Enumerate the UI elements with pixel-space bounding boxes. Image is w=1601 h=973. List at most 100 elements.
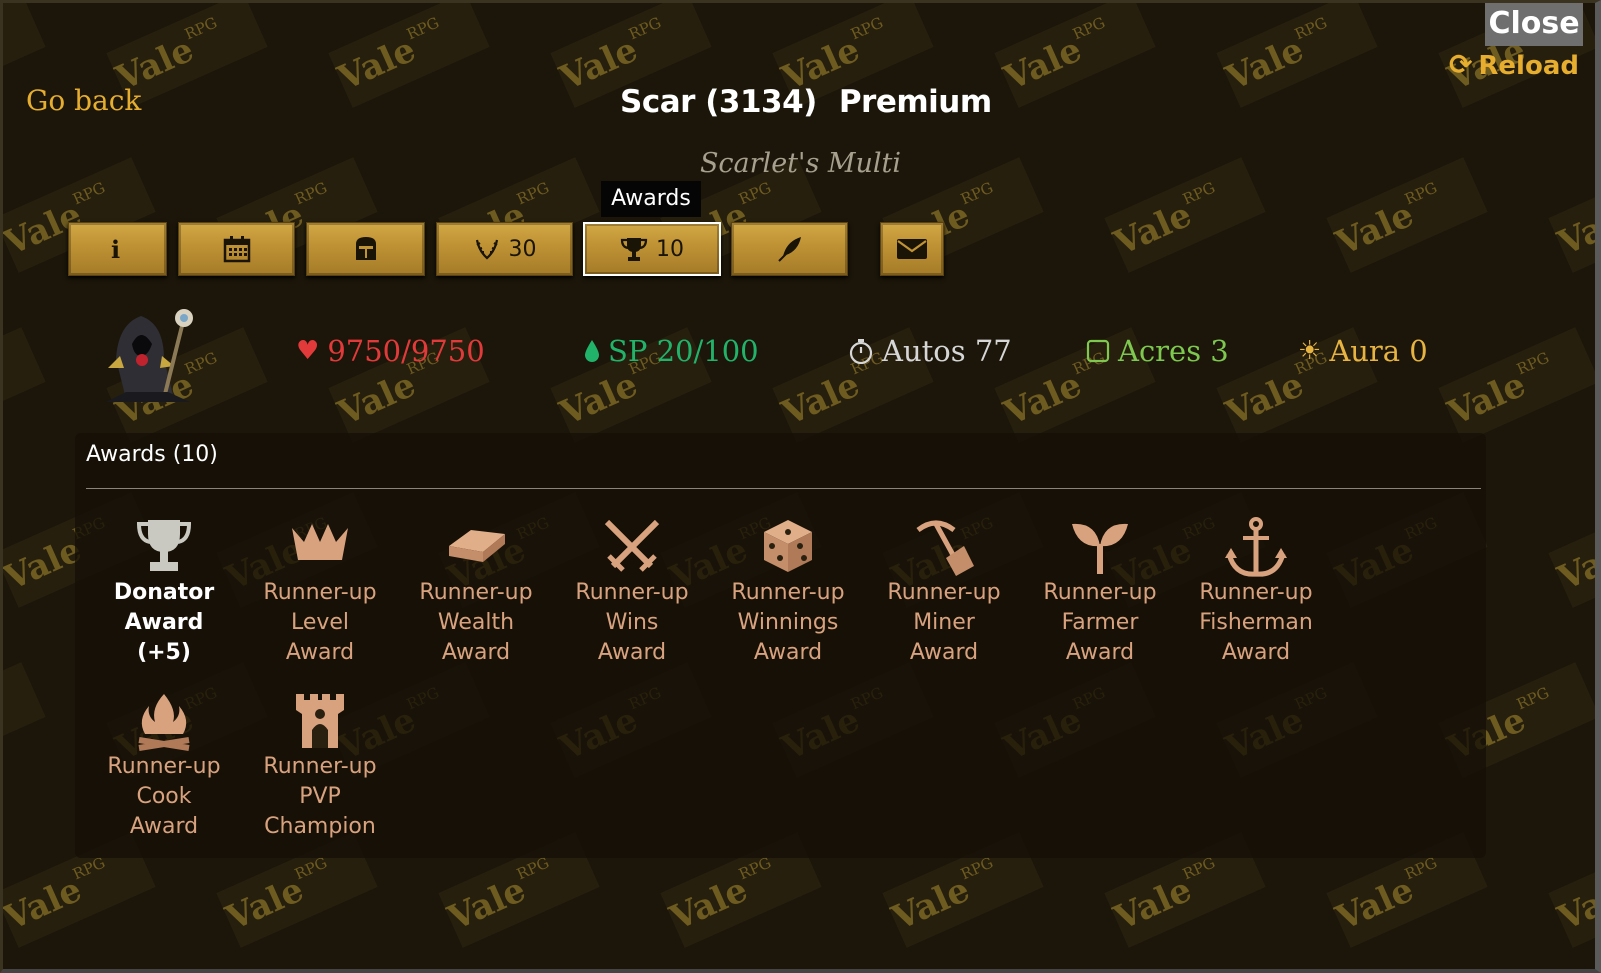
tab-notes[interactable] (731, 222, 848, 276)
divider (86, 488, 1481, 489)
watermark-suffix: RPG (1070, 13, 1108, 44)
award-label-line: Runner-up (419, 580, 533, 605)
player-subtitle: Scarlet's Multi (699, 148, 902, 179)
award-label-line: Runner-up (1199, 580, 1313, 605)
tab-info[interactable]: i (68, 222, 167, 276)
watermark-tile: ValeRPG (994, 0, 1156, 108)
award-label-line: Wins (605, 610, 659, 635)
pickaxe-icon (869, 516, 1019, 578)
award-label-line: Award (124, 610, 204, 635)
quill-icon (777, 237, 801, 262)
award-label-line: Award (909, 640, 979, 665)
award-label-line: Award (1065, 640, 1135, 665)
sprout-icon (1025, 516, 1175, 578)
close-button[interactable]: Close (1485, 0, 1583, 46)
award-label-line: Runner-up (263, 580, 377, 605)
award-label-line: Runner-up (1043, 580, 1157, 605)
watermark-suffix: RPG (292, 178, 330, 209)
tab-calendar[interactable] (178, 222, 295, 276)
award-label-line: Award (129, 814, 199, 839)
award-label-line: Runner-up (263, 754, 377, 779)
award-label-line: Award (597, 640, 667, 665)
reload-label: Reload (1478, 51, 1579, 81)
watermark-text: Vale (1220, 364, 1310, 434)
award-item: Runner-up Wealth Award (401, 516, 551, 668)
watermark-suffix: RPG (848, 13, 886, 44)
watermark-suffix: RPG (1514, 683, 1552, 714)
player-name: Scar (3134) (620, 84, 817, 120)
envelope-icon (897, 239, 927, 259)
hp-value: 9750/9750 (327, 334, 485, 368)
watermark-suffix: RPG (70, 178, 108, 209)
award-label-line: Runner-up (107, 754, 221, 779)
tab-equipment[interactable] (306, 222, 425, 276)
sun-icon: ☀ (1298, 336, 1322, 366)
watermark-text: Vale (554, 364, 644, 434)
castle-icon (245, 690, 395, 752)
award-label-line: Champion (264, 814, 376, 839)
go-back-link[interactable]: Go back (26, 84, 141, 117)
award-label-line: Fisherman (1199, 610, 1313, 635)
gold-bar-icon (401, 516, 551, 578)
award-item: Runner-up Farmer Award (1025, 516, 1175, 668)
watermark-text: Vale (998, 29, 1088, 99)
watermark-text: Vale (1330, 194, 1420, 264)
award-label-line: Donator (113, 580, 215, 605)
campfire-icon (89, 690, 239, 752)
crossed-swords-icon (557, 516, 707, 578)
award-label-line: Award (285, 640, 355, 665)
tab-message[interactable] (880, 222, 944, 276)
watermark-text: Vale (332, 29, 422, 99)
award-label-line: Cook (136, 784, 192, 809)
watermark-tile: ValeRPG (1548, 492, 1601, 608)
watermark-suffix: RPG (736, 178, 774, 209)
award-item: Runner-up Winnings Award (713, 516, 863, 668)
trophy-icon (620, 238, 648, 261)
achievements-count: 30 (508, 236, 537, 262)
watermark-text: Vale (1442, 364, 1532, 434)
watermark-text: Vale (886, 869, 976, 939)
watermark-text: Vale (1108, 194, 1198, 264)
award-label-line: Farmer (1061, 610, 1139, 635)
watermark-text: Vale (442, 869, 532, 939)
aura-stat: ☀ Aura 0 (1298, 334, 1428, 368)
watermark-text: Vale (1552, 529, 1601, 599)
stopwatch-icon (849, 339, 873, 364)
award-label-line: Award (753, 640, 823, 665)
tab-achievements[interactable]: 30 (436, 222, 573, 276)
award-item: Runner-up Wins Award (557, 516, 707, 668)
watermark-text: Vale (1108, 869, 1198, 939)
award-item: Runner-up Miner Award (869, 516, 1019, 668)
awards-count: 10 (656, 236, 684, 262)
award-label-line: Runner-up (887, 580, 1001, 605)
autos-value: Autos 77 (882, 334, 1012, 368)
droplet-icon (585, 340, 599, 362)
helmet-icon (355, 237, 376, 260)
acres-value: Acres 3 (1118, 334, 1229, 368)
crown-icon (245, 516, 395, 578)
watermark-suffix: RPG (1402, 178, 1440, 209)
sp-stat: SP 20/100 (584, 334, 759, 368)
watermark-text: Vale (664, 869, 754, 939)
dice-icon (713, 516, 863, 578)
watermark-suffix: RPG (1292, 13, 1330, 44)
tab-awards[interactable]: 10 (583, 222, 721, 276)
watermark-text: Vale (1220, 29, 1310, 99)
watermark-tile: ValeRPG (1548, 832, 1601, 948)
watermark-text: Vale (1552, 869, 1601, 939)
award-label-line: Wealth (437, 610, 515, 635)
acres-stat: Acres 3 (1086, 334, 1229, 368)
award-item: Runner-up PVP Champion (245, 690, 395, 842)
award-label-line: PVP (299, 784, 341, 809)
watermark-suffix: RPG (626, 13, 664, 44)
autos-stat: Autos 77 (848, 334, 1012, 368)
sp-value: SP 20/100 (608, 334, 759, 368)
watermark-suffix: RPG (1180, 178, 1218, 209)
reload-button[interactable]: ⟳ Reload (1449, 48, 1579, 81)
hp-stat: ♥ 9750/9750 (296, 334, 485, 368)
award-item: Donator Award (+5) (89, 516, 239, 668)
anchor-icon (1181, 516, 1331, 578)
award-label-line: Runner-up (575, 580, 689, 605)
watermark-text: Vale (776, 364, 866, 434)
square-icon (1086, 339, 1110, 363)
